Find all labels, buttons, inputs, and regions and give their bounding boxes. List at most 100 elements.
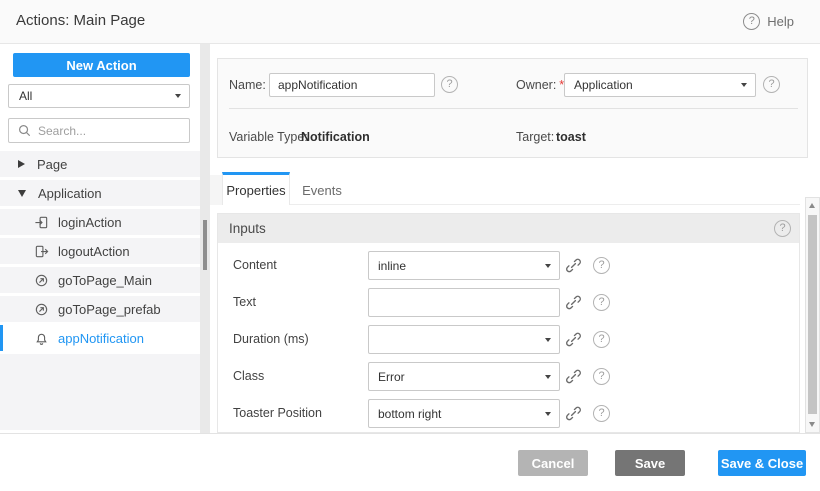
tree-item-label: logoutAction [58,244,130,259]
tree-item-label: loginAction [58,215,122,230]
chevron-down-icon [175,94,181,98]
variable-type-value: Notification [301,130,370,144]
content-label: Content [233,251,363,280]
search-box [8,118,190,143]
tab-events[interactable]: Events [290,175,354,205]
name-input[interactable] [269,73,435,97]
tree-empty-area [0,354,200,430]
variable-type-label: Variable Type: [229,130,308,144]
scroll-down-icon[interactable] [809,422,815,427]
help-label: Help [767,14,794,29]
sidebar-scrollbar-thumb[interactable] [203,220,207,270]
actions-dialog: Actions: Main Page Help New Action All P… [0,0,820,491]
page-title: Actions: Main Page [16,12,145,29]
class-select[interactable]: Error [368,362,560,391]
bind-link-icon[interactable] [565,257,582,274]
search-icon [17,123,32,138]
help-icon [743,13,760,30]
notification-action-icon [34,331,49,346]
input-row-text: Text [218,288,799,317]
filter-select-value: All [19,89,32,103]
target-value: toast [556,130,586,144]
inputs-title: Inputs [229,214,266,243]
bind-link-icon[interactable] [565,294,582,311]
name-label: Name:* [229,78,274,92]
text-help-icon[interactable] [593,294,610,311]
tree-item-gotopage-prefab[interactable]: goToPage_prefab [0,296,200,322]
bind-link-icon[interactable] [565,405,582,422]
class-help-icon[interactable] [593,368,610,385]
toaster-position-help-icon[interactable] [593,405,610,422]
tree-group-page[interactable]: Page [0,151,200,177]
inputs-panel: Inputs Content inline Text Duration (ms) [217,213,800,433]
content-scrollbar[interactable] [805,197,820,433]
tree-item-loginaction[interactable]: loginAction [0,209,200,235]
scroll-up-icon[interactable] [809,203,815,208]
tree-item-gotopage-main[interactable]: goToPage_Main [0,267,200,293]
tree-item-label: goToPage_prefab [58,302,161,317]
inputs-header: Inputs [218,214,799,243]
actions-tree: Page Application loginAction logoutActio… [0,151,200,433]
bind-link-icon[interactable] [565,368,582,385]
inputs-help-icon[interactable] [774,220,791,237]
chevron-down-icon [545,264,551,268]
tab-strip-pad [210,175,222,205]
help-link[interactable]: Help [743,13,794,30]
owner-label: Owner:* [516,78,564,92]
chevron-down-icon [741,83,747,87]
tree-group-application[interactable]: Application [0,180,200,206]
dialog-header: Actions: Main Page Help [0,0,820,44]
content-help-icon[interactable] [593,257,610,274]
chevron-right-icon[interactable] [18,160,25,168]
new-action-button[interactable]: New Action [13,53,190,77]
content-scrollbar-thumb[interactable] [808,215,817,414]
duration-help-icon[interactable] [593,331,610,348]
class-select-value: Error [378,370,405,384]
save-button[interactable]: Save [615,450,685,476]
save-and-close-button[interactable]: Save & Close [718,450,806,476]
toaster-position-select[interactable]: bottom right [368,399,560,428]
name-help-icon[interactable] [441,76,458,93]
tree-item-appnotification[interactable]: appNotification [0,325,200,351]
tree-item-label: goToPage_Main [58,273,152,288]
input-row-duration: Duration (ms) [218,325,799,354]
chevron-down-icon [545,375,551,379]
filter-select[interactable]: All [8,84,190,108]
owner-help-icon[interactable] [763,76,780,93]
logout-action-icon [34,244,49,259]
input-row-content: Content inline [218,251,799,280]
dialog-footer: Cancel Save Save & Close [0,433,820,491]
toaster-position-label: Toaster Position [233,399,363,428]
tab-strip-border [290,204,800,205]
owner-select-value: Application [574,78,633,92]
login-action-icon [34,215,49,230]
tab-properties[interactable]: Properties [222,172,290,205]
owner-select[interactable]: Application [564,73,756,97]
tree-item-logoutaction[interactable]: logoutAction [0,238,200,264]
bind-link-icon[interactable] [565,331,582,348]
class-label: Class [233,362,363,391]
input-row-toaster-position: Toaster Position bottom right [218,399,799,428]
toaster-position-select-value: bottom right [378,407,441,421]
search-input[interactable] [38,124,181,138]
text-label: Text [233,288,363,317]
chevron-down-icon [545,412,551,416]
divider [229,108,798,109]
cancel-button[interactable]: Cancel [518,450,588,476]
actions-sidebar: New Action All Page Application loginAct… [0,44,200,433]
content-select[interactable]: inline [368,251,560,280]
tree-item-label: Application [38,186,102,201]
chevron-down-icon[interactable] [18,190,26,197]
action-summary-panel: Name:* Owner:* Application Variable Type… [217,58,808,158]
navigate-action-icon [34,273,49,288]
duration-label: Duration (ms) [233,325,363,354]
duration-select[interactable] [368,325,560,354]
chevron-down-icon [545,338,551,342]
tree-item-label: Page [37,157,67,172]
content-select-value: inline [378,259,406,273]
target-label: Target: [516,130,554,144]
text-input[interactable] [368,288,560,317]
navigate-action-icon [34,302,49,317]
sidebar-scrollbar[interactable] [200,44,210,433]
tree-item-label: appNotification [58,331,144,346]
